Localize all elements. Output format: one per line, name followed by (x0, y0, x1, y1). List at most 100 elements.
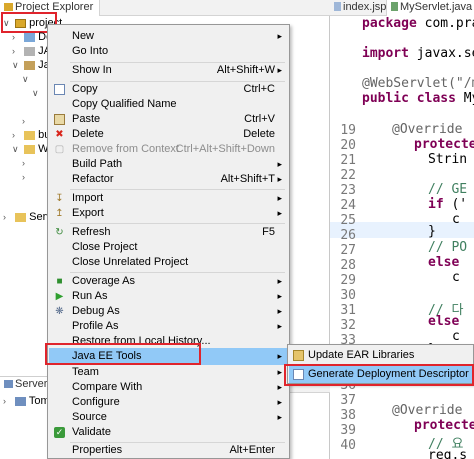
code-line: // PO (428, 240, 468, 255)
code-area[interactable]: package com.pract import javax.serv @Web… (358, 16, 474, 459)
menu-item-go-into[interactable]: Go Into (49, 44, 289, 59)
editor-tab-index-jsp[interactable]: index.jsp (330, 0, 390, 16)
tree-item-package[interactable]: ∨ (32, 86, 41, 100)
menu-item-source[interactable]: Source ▸ (49, 410, 289, 425)
code-line: import javax.serv (362, 46, 474, 61)
menu-item-properties[interactable]: Properties Alt+Enter (49, 443, 289, 458)
code-line: protecte (414, 418, 474, 433)
submenu-arrow-icon: ▸ (277, 31, 282, 41)
submenu-arrow-icon: ▸ (277, 174, 282, 184)
code-line: @Override (392, 122, 463, 137)
menu-item-configure[interactable]: Configure ▸ (49, 395, 289, 410)
submenu-arrow-icon: ▸ (277, 367, 282, 377)
collapse-chevron-icon[interactable]: ∨ (22, 72, 31, 86)
menu-item-debug-as[interactable]: ❋ Debug As ▸ (49, 304, 289, 319)
menu-item-run-as[interactable]: ▶ Run As ▸ (49, 289, 289, 304)
paste-icon (54, 114, 65, 125)
submenu-arrow-icon: ▸ (277, 208, 282, 218)
submenu-arrow-icon: ▸ (277, 65, 282, 75)
code-line: package com.pract (362, 16, 474, 31)
menu-item-compare-with[interactable]: Compare With ▸ (49, 380, 289, 395)
submenu-arrow-icon: ▸ (277, 276, 282, 286)
menu-item-build-path[interactable]: Build Path ▸ (49, 157, 289, 172)
java-resources-icon (24, 60, 36, 70)
submenu-arrow-icon: ▸ (277, 291, 282, 301)
tree-item-jax[interactable]: › JA (12, 44, 51, 58)
menu-item-close-unrelated-project[interactable]: Close Unrelated Project (49, 255, 289, 270)
editor-tabbar: index.jsp MyServlet.java (330, 0, 474, 16)
menu-item-new[interactable]: New ▸ (49, 29, 289, 44)
expand-chevron-icon[interactable]: › (12, 128, 21, 142)
menu-separator (70, 223, 285, 224)
menu-item-delete[interactable]: ✖ Delete Delete (49, 127, 289, 142)
collapse-chevron-icon[interactable]: ∨ (12, 142, 21, 156)
menu-item-team[interactable]: Team ▸ (49, 365, 289, 380)
folder-icon (24, 144, 36, 154)
line-number: 24 (340, 198, 356, 213)
ear-libraries-icon (293, 350, 304, 361)
code-line: c (452, 329, 460, 344)
menu-item-validate[interactable]: ✓ Validate (49, 425, 289, 440)
submenu-arrow-icon: ▸ (277, 397, 282, 407)
menu-item-show-in[interactable]: Show In Alt+Shift+W ▸ (49, 63, 289, 78)
code-line: @Override (392, 403, 463, 418)
expand-chevron-icon[interactable]: › (12, 44, 21, 58)
menu-item-paste[interactable]: Paste Ctrl+V (49, 112, 289, 127)
line-number: 28 (340, 258, 356, 273)
line-number: 19 (340, 123, 356, 138)
import-icon: ↧ (55, 193, 64, 204)
menu-separator (70, 272, 285, 273)
java-editor: index.jsp MyServlet.java package com.pra… (330, 0, 474, 459)
code-line: protecte (414, 137, 474, 152)
line-number: 29 (340, 273, 356, 288)
tree-item-build[interactable]: › bu (12, 128, 50, 142)
remove-context-icon: ▢ (54, 144, 65, 155)
menu-item-coverage-as[interactable]: ■ Coverage As ▸ (49, 274, 289, 289)
context-menu: New ▸ Go Into Show In Alt+Shift+W ▸ Copy… (47, 24, 290, 459)
code-line: req.s (428, 448, 468, 459)
tree-item-src[interactable]: ∨ (22, 72, 31, 86)
code-line: @WebServlet("/myS (362, 76, 474, 91)
expand-chevron-icon[interactable]: › (22, 114, 31, 128)
run-icon: ▶ (55, 291, 64, 302)
expand-chevron-icon[interactable]: › (3, 394, 12, 408)
line-number: 21 (340, 153, 356, 168)
menu-item-remove-from-context[interactable]: ▢ Remove from Context Ctrl+Alt+Shift+Dow… (49, 142, 289, 157)
collapse-chevron-icon[interactable]: ∨ (12, 58, 21, 72)
expand-chevron-icon[interactable]: › (22, 170, 31, 184)
tree-item-metainf[interactable]: › (22, 156, 31, 170)
menu-item-close-project[interactable]: Close Project (49, 240, 289, 255)
line-number: 30 (340, 288, 356, 303)
collapse-chevron-icon[interactable]: ∨ (32, 86, 41, 100)
menu-item-refresh[interactable]: ↻ Refresh F5 (49, 225, 289, 240)
line-number: 37 (340, 393, 356, 408)
code-line: } (428, 224, 436, 239)
menu-item-copy[interactable]: Copy Ctrl+C (49, 82, 289, 97)
tree-item-libraries[interactable]: › (22, 114, 31, 128)
tree-item-webinf[interactable]: › (22, 170, 31, 184)
line-number: 22 (340, 168, 356, 183)
line-number: 39 (340, 423, 356, 438)
submenu-arrow-icon: ▸ (277, 193, 282, 203)
jsp-file-icon (334, 2, 341, 11)
expand-chevron-icon[interactable]: › (12, 30, 21, 44)
line-number: 40 (340, 438, 356, 453)
server-icon (15, 396, 27, 406)
menu-item-profile-as[interactable]: Profile As ▸ (49, 319, 289, 334)
debug-icon: ❋ (55, 306, 64, 317)
menu-item-export[interactable]: ↥ Export ▸ (49, 206, 289, 221)
menu-item-copy-qualified-name[interactable]: Copy Qualified Name (49, 97, 289, 112)
folder-icon (15, 212, 27, 222)
code-line: else (428, 255, 460, 270)
menu-item-refactor[interactable]: Refactor Alt+Shift+T ▸ (49, 172, 289, 187)
submenu-arrow-icon: ▸ (277, 382, 282, 392)
descriptor-icon (24, 32, 36, 42)
refresh-icon: ↻ (55, 227, 64, 238)
editor-tab-myservlet-java[interactable]: MyServlet.java (386, 0, 474, 16)
expand-chevron-icon[interactable]: › (3, 210, 12, 224)
code-line: if (' (428, 197, 468, 212)
java-file-icon (391, 2, 398, 11)
menu-item-import[interactable]: ↧ Import ▸ (49, 191, 289, 206)
submenu-item-update-ear-libraries[interactable]: Update EAR Libraries (289, 347, 473, 364)
expand-chevron-icon[interactable]: › (22, 156, 31, 170)
